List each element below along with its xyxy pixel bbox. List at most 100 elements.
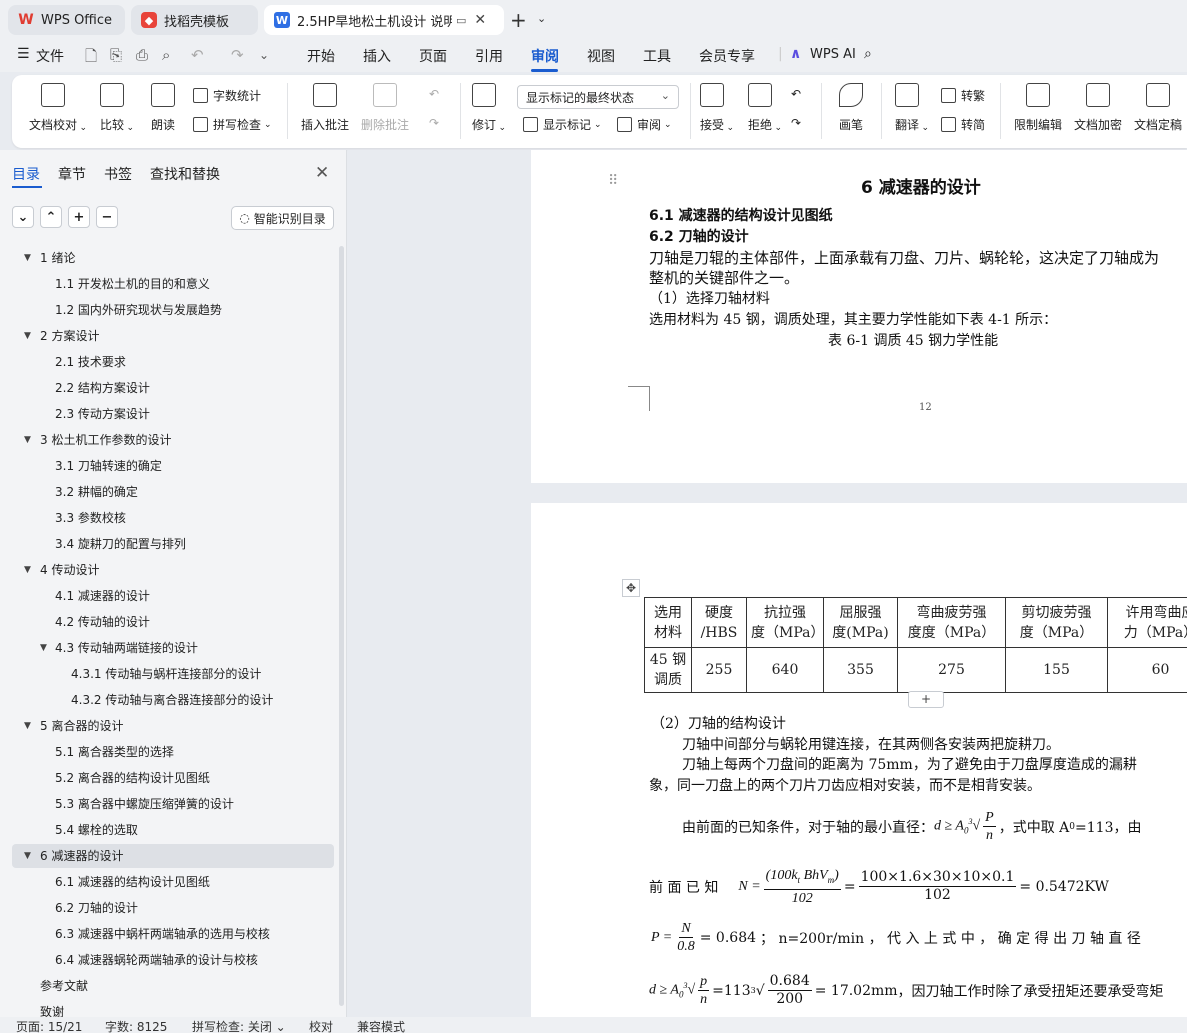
chevron-down-icon[interactable]: ⌄ [259,48,269,62]
read-aloud-button[interactable]: 朗读 [151,83,175,133]
menu-view[interactable]: 视图 [587,46,615,66]
toc-item[interactable]: 6.1 减速器的结构设计见图纸 [12,870,334,894]
table-move-handle-icon[interactable]: ✥ [622,579,640,597]
search-icon[interactable]: ⌕ [864,46,872,62]
nav-tab-chapters[interactable]: 章节 [58,164,86,184]
track-changes-button[interactable]: 修订 ⌄ [472,83,506,133]
toc-item[interactable]: 5.2 离合器的结构设计见图纸 [12,766,334,790]
page-indicator[interactable]: 页面: 15/21 [16,1018,82,1033]
toc-scrollbar[interactable] [339,246,344,1006]
print-preview-icon[interactable]: ⌕ [162,46,170,64]
menu-page[interactable]: 页面 [419,46,447,66]
chevron-down-icon[interactable]: ⌄ [537,12,546,25]
expand-toggle-icon[interactable]: ▼ [24,246,31,270]
toc-item[interactable]: ▼ 4 传动设计 [12,558,334,582]
print-icon[interactable]: ⎙ [136,46,148,64]
reject-button[interactable]: 拒绝 ⌄ [748,83,782,133]
tab-current-document[interactable]: W 2.5HP旱地松土机设计 说明书 ▭ ✕ [264,5,504,35]
toc-item[interactable]: 致谢 [12,1000,334,1017]
word-count-indicator[interactable]: 字数: 8125 [105,1018,167,1033]
restrict-edit-button[interactable]: 限制编辑 [1014,83,1062,133]
nav-tab-bookmarks[interactable]: 书签 [104,164,132,184]
collapse-all-button[interactable]: ⌄ [12,206,34,228]
toc-item[interactable]: 4.2 传动轴的设计 [12,610,334,634]
delete-comment-button[interactable]: 删除批注 [361,83,409,133]
add-heading-button[interactable]: + [68,206,90,228]
new-tab-icon[interactable]: + [510,9,527,31]
expand-toggle-icon[interactable]: ▼ [24,428,31,452]
undo-icon[interactable]: ↶ [191,46,204,64]
toc-item[interactable]: 1.1 开发松土机的目的和意义 [12,272,334,296]
expand-toggle-icon[interactable]: ▼ [40,636,47,660]
close-tab-icon[interactable]: ✕ [474,12,486,28]
encrypt-button[interactable]: 文档加密 [1074,83,1122,133]
expand-toggle-icon[interactable]: ▼ [24,558,31,582]
toc-item[interactable]: 3.4 旋耕刀的配置与排列 [12,532,334,556]
nav-tab-toc[interactable]: 目录 [12,164,40,184]
show-markup-button[interactable]: 显示标记 ⌄ [523,116,602,133]
spell-check-button[interactable]: 拼写检查 ⌄ [193,116,272,133]
toc-item[interactable]: ▼ 6 减速器的设计 [12,844,334,868]
expand-toggle-icon[interactable]: ▼ [24,714,31,738]
insert-comment-button[interactable]: 插入批注 [301,83,349,133]
save-icon[interactable]: 🗋 [85,46,97,71]
expand-toggle-icon[interactable]: ▼ [24,844,31,868]
toc-item[interactable]: 5.3 离合器中螺旋压缩弹簧的设计 [12,792,334,816]
spell-check-status[interactable]: 拼写检查: 关闭 ⌄ [192,1018,286,1033]
toc-item[interactable]: ▼ 4.3 传动轴两端链接的设计 [12,636,334,660]
drag-handle-icon[interactable]: ⠿ [608,173,618,189]
accept-button[interactable]: 接受 ⌄ [700,83,734,133]
close-icon[interactable]: ✕ [315,163,329,183]
previous-comment-icon[interactable]: ↶ [429,87,439,101]
toc-item[interactable]: 6.2 刀轴的设计 [12,896,334,920]
toc-item[interactable]: 3.1 刀轴转速的确定 [12,454,334,478]
review-pane-button[interactable]: 审阅 ⌄ [617,116,672,133]
remove-heading-button[interactable]: − [96,206,118,228]
to-simplified-button[interactable]: 转简 [941,116,985,133]
toc-item[interactable]: 4.1 减速器的设计 [12,584,334,608]
to-traditional-button[interactable]: 转繁 [941,87,985,104]
toc-item[interactable]: 2.3 传动方案设计 [12,402,334,426]
menu-tools[interactable]: 工具 [643,46,671,66]
toc-item[interactable]: 5.1 离合器类型的选择 [12,740,334,764]
word-count-button[interactable]: 字数统计 [193,87,261,104]
toc-item[interactable]: 4.3.1 传动轴与蜗杆连接部分的设计 [12,662,334,686]
toc-item[interactable]: 6.3 减速器中蜗杆两端轴承的选用与校核 [12,922,334,946]
toc-item[interactable]: 3.2 耕幅的确定 [12,480,334,504]
toc-item[interactable]: ▼ 5 离合器的设计 [12,714,334,738]
menu-references[interactable]: 引用 [475,46,503,66]
menu-review[interactable]: 审阅 [531,46,559,66]
redo-icon[interactable]: ↷ [231,46,244,64]
previous-change-icon[interactable]: ↶ [791,87,801,101]
tab-wps-office[interactable]: W WPS Office [8,5,125,35]
menu-member[interactable]: 会员专享 [699,46,755,66]
toc-item[interactable]: 5.4 螺栓的选取 [12,818,334,842]
tab-template-store[interactable]: ◆ 找稻壳模板 [131,5,258,35]
compare-button[interactable]: 比较 ⌄ [100,83,134,133]
monitor-icon[interactable]: ▭ [456,14,466,27]
toc-item[interactable]: ▼ 2 方案设计 [12,324,334,348]
export-icon[interactable]: ⎘ [110,46,122,64]
menu-home[interactable]: 开始 [307,46,335,66]
pen-button[interactable]: 画笔 [839,83,863,133]
doc-check-button[interactable]: 文档校对 ⌄ [29,83,87,133]
markup-state-select[interactable]: 显示标记的最终状态 ⌄ [517,85,679,109]
add-table-row-button[interactable]: + [908,691,944,708]
expand-toggle-icon[interactable]: ▼ [24,324,31,348]
toc-item[interactable]: ▼ 1 绪论 [12,246,334,270]
menu-insert[interactable]: 插入 [363,46,391,66]
toc-item[interactable]: 4.3.2 传动轴与离合器连接部分的设计 [12,688,334,712]
next-change-icon[interactable]: ↷ [791,116,801,130]
smart-toc-button[interactable]: ◌ 智能识别目录 [231,206,334,230]
expand-up-button[interactable]: ⌃ [40,206,62,228]
nav-tab-find-replace[interactable]: 查找和替换 [150,164,220,184]
toc-item[interactable]: ▼ 3 松土机工作参数的设计 [12,428,334,452]
finalize-button[interactable]: 文档定稿 [1134,83,1182,133]
toc-item[interactable]: 1.2 国内外研究现状与发展趋势 [12,298,334,322]
proofread-button[interactable]: 校对 [309,1018,333,1033]
menu-wps-ai[interactable]: WPS AI [810,47,856,62]
menu-file[interactable]: 文件 [36,46,64,66]
toc-item[interactable]: 3.3 参数校核 [12,506,334,530]
toc-item[interactable]: 参考文献 [12,974,334,998]
translate-button[interactable]: 翻译 ⌄ [895,83,929,133]
